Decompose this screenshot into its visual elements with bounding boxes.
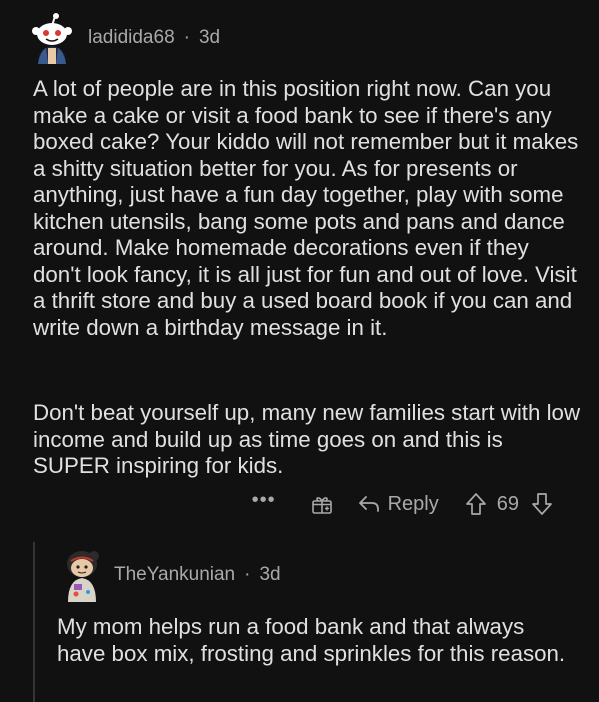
comment-username[interactable]: ladidida68 bbox=[88, 27, 175, 49]
upvote-arrow-icon[interactable] bbox=[465, 492, 487, 516]
award-button[interactable] bbox=[310, 492, 334, 516]
reply-header: TheYankunian · 3d bbox=[62, 548, 281, 602]
gift-plus-icon bbox=[311, 497, 332, 514]
downvote-arrow-icon[interactable] bbox=[531, 492, 553, 516]
vote-count: 69 bbox=[496, 492, 519, 515]
comment-header: ladidida68 · 3d bbox=[26, 12, 220, 64]
comment-actions: ••• Reply 69 bbox=[252, 488, 553, 520]
reply-button[interactable]: Reply bbox=[358, 493, 439, 516]
comment-meta: ladidida68 · 3d bbox=[88, 27, 220, 49]
more-options-button[interactable]: ••• bbox=[252, 490, 276, 510]
reply-username[interactable]: TheYankunian bbox=[114, 564, 235, 586]
snoo-avatar-icon bbox=[67, 551, 99, 602]
comment-age: 3d bbox=[198, 27, 221, 48]
comment-paragraph: A lot of people are in this position rig… bbox=[33, 76, 579, 340]
reply-text: My mom helps run a food bank and that al… bbox=[57, 614, 566, 666]
meta-separator: · bbox=[244, 564, 251, 585]
vote-controls: 69 bbox=[465, 492, 553, 516]
reply-arrow-icon bbox=[358, 496, 379, 512]
snoo-avatar-icon bbox=[32, 13, 72, 64]
reply-label: Reply bbox=[387, 492, 439, 515]
reply-meta: TheYankunian · 3d bbox=[114, 564, 281, 586]
meta-separator: · bbox=[183, 27, 190, 48]
thread-line[interactable] bbox=[33, 542, 35, 702]
reply-age: 3d bbox=[259, 564, 281, 585]
reply-avatar[interactable] bbox=[62, 548, 106, 602]
avatar[interactable] bbox=[26, 12, 78, 64]
comment-paragraph: Don't beat yourself up, many new familie… bbox=[33, 400, 581, 478]
